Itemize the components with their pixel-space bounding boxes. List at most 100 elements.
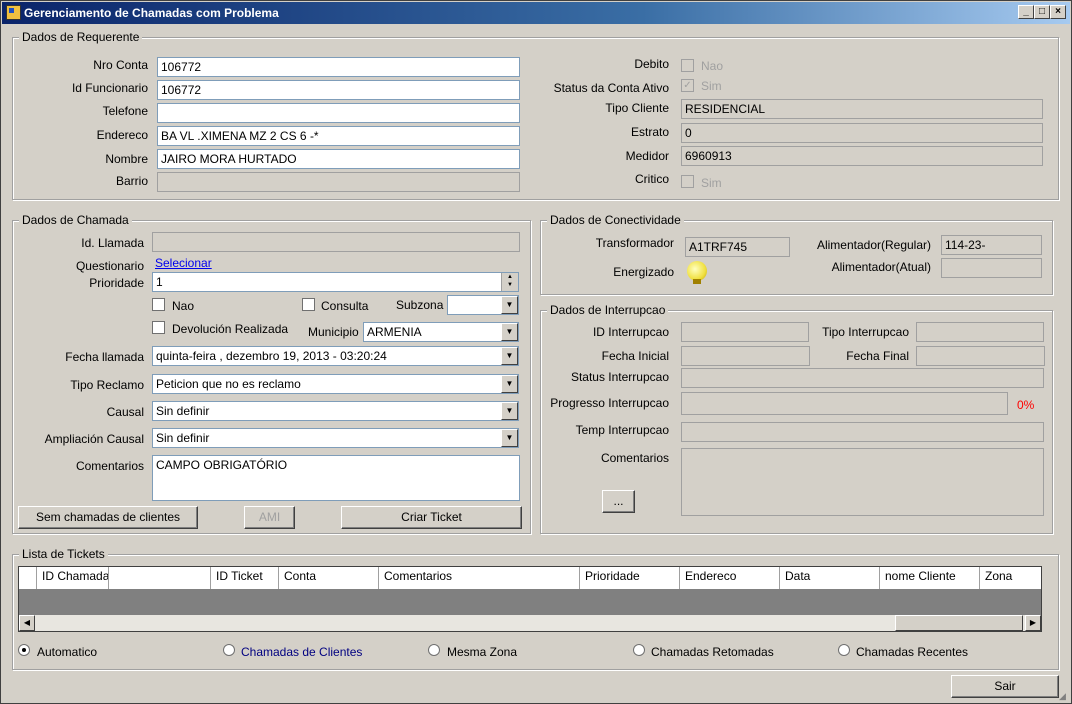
selecionar-link[interactable]: Selecionar: [155, 256, 212, 270]
scroll-right-icon[interactable]: ▶: [1025, 615, 1041, 631]
main-window: Gerenciamento de Chamadas com Problema _…: [0, 0, 1072, 704]
status-conta-label: Status da Conta Ativo: [553, 81, 669, 95]
alimentador-atual-field: [941, 258, 1042, 278]
municipio-label: Municipio: [308, 325, 359, 339]
column-header[interactable]: ID Chamada: [37, 567, 109, 589]
column-header[interactable]: Conta: [279, 567, 379, 589]
minimize-icon[interactable]: _: [1018, 5, 1034, 19]
nro-conta-label: Nro Conta: [93, 58, 148, 72]
alimentador-atual-label: Alimentador(Atual): [831, 260, 931, 274]
automatico-radio[interactable]: [18, 644, 30, 656]
endereco-label: Endereco: [96, 128, 148, 142]
nombre-label: Nombre: [105, 152, 148, 166]
chevron-down-icon: ▼: [501, 429, 518, 447]
telefone-label: Telefone: [102, 104, 148, 118]
barrio-label: Barrio: [115, 174, 148, 188]
sair-button[interactable]: Sair: [951, 675, 1059, 698]
devolucion-checkbox[interactable]: [152, 321, 165, 334]
mesma-zona-radio[interactable]: [428, 644, 440, 656]
window-title: Gerenciamento de Chamadas com Problema: [24, 6, 279, 20]
nro-conta-field[interactable]: 106772: [157, 57, 520, 77]
id-llamada-label: Id. Llamada: [81, 236, 144, 250]
prioridade-label: Prioridade: [89, 276, 144, 290]
chamadas-recentes-radio[interactable]: [838, 644, 850, 656]
resize-grip-icon[interactable]: ◢: [1059, 691, 1071, 703]
medidor-label: Medidor: [625, 149, 669, 163]
causal-value: Sin definir: [156, 404, 210, 418]
fecha-final-label: Fecha Final: [846, 349, 909, 363]
criar-ticket-button[interactable]: Criar Ticket: [341, 506, 522, 529]
status-interrupcao-field: [681, 368, 1044, 388]
chevron-down-icon: ▼: [501, 402, 518, 420]
row-header-cell: [19, 567, 37, 589]
column-header[interactable]: Prioridade: [580, 567, 680, 589]
transformador-label: Transformador: [595, 236, 674, 250]
id-funcionario-field[interactable]: 106772: [157, 80, 520, 100]
fecha-final-field: [916, 346, 1045, 366]
app-icon: [6, 5, 21, 20]
subzona-select[interactable]: ▼: [447, 295, 519, 315]
comentarios-textarea[interactable]: CAMPO OBRIGATÓRIO: [152, 455, 520, 501]
mesma-zona-label: Mesma Zona: [447, 645, 518, 659]
alimentador-regular-label: Alimentador(Regular): [816, 238, 931, 252]
tipo-cliente-label: Tipo Cliente: [605, 101, 669, 115]
sem-chamadas-button[interactable]: Sem chamadas de clientes: [18, 506, 198, 529]
interrupcao-comentarios-field: [681, 448, 1044, 516]
progresso-percent: 0%: [1017, 398, 1035, 412]
alimentador-regular-field: 114-23-: [941, 235, 1042, 255]
id-interrupcao-field: [681, 322, 809, 342]
scroll-thumb[interactable]: [895, 615, 1023, 631]
nombre-field[interactable]: JAIRO MORA HURTADO: [157, 149, 520, 169]
debito-label: Debito: [634, 57, 669, 71]
tickets-table[interactable]: ID Chamada ID Ticket Conta Comentarios P…: [18, 566, 1042, 632]
critico-checkbox: [681, 175, 694, 188]
tipo-reclamo-select[interactable]: Peticion que no es reclamo ▼: [152, 374, 519, 394]
prioridade-value: 1: [156, 275, 163, 289]
chamadas-retomadas-radio[interactable]: [633, 644, 645, 656]
interrupcao-legend: Dados de Interrupcao: [547, 303, 669, 317]
horizontal-scrollbar[interactable]: ◀ ▶: [19, 615, 1041, 631]
scroll-left-icon[interactable]: ◀: [19, 615, 35, 631]
ampliacion-causal-label: Ampliación Causal: [44, 432, 144, 446]
endereco-field[interactable]: BA VL .XIMENA MZ 2 CS 6 -*: [157, 126, 520, 146]
more-button[interactable]: ...: [602, 490, 635, 513]
column-header[interactable]: Comentarios: [379, 567, 580, 589]
consulta-checkbox-label: Consulta: [321, 299, 369, 313]
column-header[interactable]: nome Cliente: [880, 567, 980, 589]
spinner-arrows-icon[interactable]: ▲ ▼: [501, 273, 518, 291]
column-header[interactable]: Data: [780, 567, 880, 589]
municipio-select[interactable]: ARMENIA ▼: [363, 322, 519, 342]
status-interrupcao-label: Status Interrupcao: [570, 370, 669, 384]
chamadas-recentes-label: Chamadas Recentes: [856, 645, 969, 659]
debito-checkbox-label: Nao: [701, 59, 724, 73]
temp-interrupcao-label: Temp Interrupcao: [575, 423, 669, 437]
ampliacion-causal-value: Sin definir: [156, 431, 210, 445]
column-header[interactable]: Zona: [980, 567, 1041, 589]
tipo-reclamo-value: Peticion que no es reclamo: [156, 377, 301, 391]
column-header[interactable]: Endereco: [680, 567, 780, 589]
tipo-interrupcao-label: Tipo Interrupcao: [822, 325, 909, 339]
ampliacion-causal-select[interactable]: Sin definir ▼: [152, 428, 519, 448]
tickets-legend: Lista de Tickets: [19, 547, 108, 561]
prioridade-stepper[interactable]: 1 ▲ ▼: [152, 272, 519, 292]
column-header[interactable]: [109, 567, 211, 589]
fecha-inicial-field: [681, 346, 810, 366]
telefone-field[interactable]: [157, 103, 520, 123]
fecha-llamada-picker[interactable]: quinta-feira , dezembro 19, 2013 - 03:20…: [152, 346, 519, 366]
nao-checkbox[interactable]: [152, 298, 165, 311]
transformador-field: A1TRF745: [685, 237, 790, 257]
id-funcionario-label: Id Funcionario: [71, 81, 148, 95]
energizado-label: Energizado: [613, 265, 674, 279]
maximize-icon[interactable]: □: [1034, 5, 1050, 19]
close-icon[interactable]: ×: [1050, 5, 1066, 19]
column-header[interactable]: ID Ticket: [211, 567, 279, 589]
subzona-label: Subzona: [396, 298, 444, 312]
chamadas-clientes-radio[interactable]: [223, 644, 235, 656]
temp-interrupcao-field: [681, 422, 1044, 442]
lightbulb-icon: [687, 261, 707, 284]
causal-select[interactable]: Sin definir ▼: [152, 401, 519, 421]
requerente-legend: Dados de Requerente: [19, 30, 143, 44]
chamada-legend: Dados de Chamada: [19, 213, 132, 227]
ami-button: AMI: [244, 506, 295, 529]
consulta-checkbox[interactable]: [302, 298, 315, 311]
